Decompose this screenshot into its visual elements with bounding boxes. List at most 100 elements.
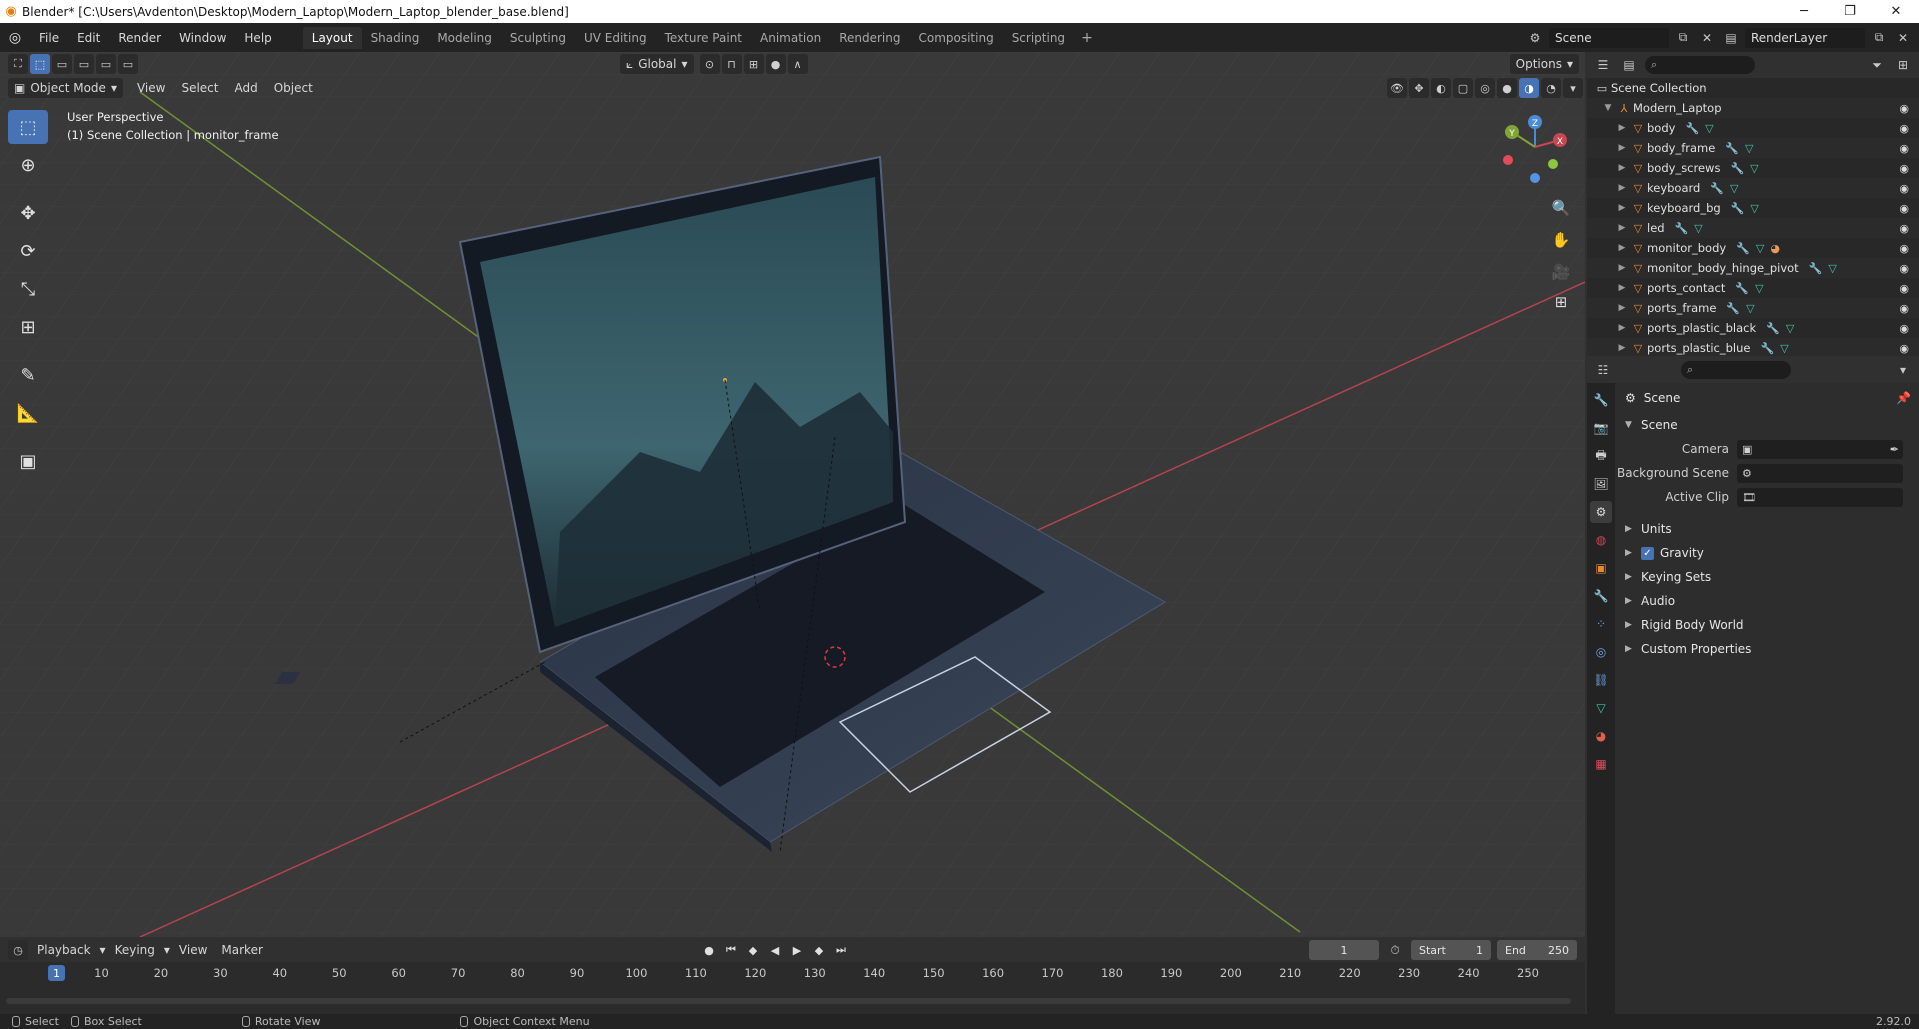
modifier-wrench-icon[interactable]: 🔧 [1766,322,1780,335]
tab-uv-editing[interactable]: UV Editing [575,27,656,49]
tool-tab-icon[interactable]: 🔧 [1590,389,1612,411]
play-reverse-icon[interactable]: ◀ [766,940,784,960]
eye-icon[interactable]: ◉ [1899,162,1909,175]
timeline-scrollbar[interactable] [6,998,1571,1004]
outliner-object-row[interactable]: ▶ ▽ ports_frame 🔧 ▽ ◉ [1587,298,1919,318]
falloff-icon[interactable]: ∧ [787,54,808,74]
current-frame-field[interactable]: 1 [1309,940,1379,960]
move-tool-icon[interactable]: ✥ [8,196,48,230]
record-icon[interactable]: ● [700,940,718,960]
chevron-right-icon[interactable]: ▶ [1615,263,1629,273]
timeline-menu-view[interactable]: View [172,943,214,957]
camera-field[interactable]: ▣ ✒ [1737,439,1903,459]
timeline-ruler[interactable]: 1 10 20 30 40 50 60 70 80 90 100 110 120 130 140 150 16… [0,962,1585,984]
mesh-data-icon[interactable]: ▽ [1705,122,1713,135]
menu-window[interactable]: Window [170,31,235,45]
scene-tab-icon[interactable]: ⚙ [1590,501,1612,523]
chevron-right-icon[interactable]: ▶ [1615,163,1629,173]
outliner-collection-modern-laptop[interactable]: ▼ ⅄ Modern_Laptop ◉ [1587,98,1919,118]
outliner-object-row[interactable]: ▶ ▽ keyboard_bg 🔧 ▽ ◉ [1587,198,1919,218]
delete-view-layer-icon[interactable]: ✕ [1893,28,1913,48]
modifier-wrench-icon[interactable]: 🔧 [1735,282,1749,295]
outliner-object-row[interactable]: ▶ ▽ monitor_body 🔧 ▽ ◕ ◉ [1587,238,1919,258]
modifier-wrench-icon[interactable]: 🔧 [1725,142,1739,155]
outliner-scene-collection[interactable]: ▭ Scene Collection [1587,78,1919,98]
mesh-data-icon[interactable]: ▽ [1730,182,1738,195]
eye-icon[interactable]: ◉ [1899,282,1909,295]
mesh-data-icon[interactable]: ▽ [1745,142,1753,155]
3d-viewport[interactable]: Z Y X ⛶ ⬚ ▭ ▭ ▭ ▭ ⟀ Global ▾ ⊙ ⊓ ⊞ ● ∧ O… [0,52,1585,937]
outliner-object-row[interactable]: ▶ ▽ monitor_body_hinge_pivot 🔧 ▽ ◉ [1587,258,1919,278]
material-tab-icon[interactable]: ◕ [1590,725,1612,747]
menu-help[interactable]: Help [235,31,280,45]
outliner-search-input[interactable]: ⌕ [1645,56,1755,74]
modifier-wrench-icon[interactable]: 🔧 [1710,182,1724,195]
panel-rigid-body-world[interactable]: ▶ Rigid Body World [1617,613,1919,637]
eye-icon[interactable]: ◉ [1899,142,1909,155]
xray-toggle-icon[interactable]: ▢ [1453,78,1473,98]
mode-extend-icon[interactable]: ▭ [74,54,94,74]
outliner-editor-icon[interactable]: ☰ [1593,55,1613,75]
texture-tab-icon[interactable]: ▦ [1590,753,1612,775]
properties-editor-icon[interactable]: ☷ [1593,360,1613,380]
outliner-object-row[interactable]: ▶ ▽ ports_plastic_black 🔧 ▽ ◉ [1587,318,1919,338]
particles-tab-icon[interactable]: ⁘ [1590,613,1612,635]
zoom-icon[interactable]: 🔍 [1547,194,1575,222]
eye-icon[interactable]: ◉ [1899,122,1909,135]
menu-file[interactable]: File [30,31,68,45]
panel-audio[interactable]: ▶ Audio [1617,589,1919,613]
chevron-down-icon[interactable]: ▼ [1601,103,1615,113]
chevron-right-icon[interactable]: ▶ [1615,303,1629,313]
gizmo-toggle-icon[interactable]: ✥ [1409,78,1429,98]
preview-range-icon[interactable]: ⏱ [1385,940,1405,960]
tab-shading[interactable]: Shading [362,27,429,49]
outliner-object-row[interactable]: ▶ ▽ led 🔧 ▽ ◉ [1587,218,1919,238]
camera-view-icon[interactable]: 🎥 [1547,258,1575,286]
chevron-right-icon[interactable]: ▶ [1615,243,1629,253]
timeline-menu-marker[interactable]: Marker [214,943,269,957]
mode-invert-icon[interactable]: ▭ [118,54,138,74]
select-tool-icon[interactable]: ⬚ [30,54,50,74]
ortho-toggle-icon[interactable]: ⊞ [1547,288,1575,316]
mode-dropdown[interactable]: ▣ Object Mode ▾ [8,78,123,98]
tab-animation[interactable]: Animation [751,27,830,49]
chevron-right-icon[interactable]: ▶ [1615,283,1629,293]
next-keyframe-icon[interactable]: ◆ [810,940,828,960]
constraints-tab-icon[interactable]: ⛓ [1590,669,1612,691]
eye-icon[interactable]: ◉ [1899,202,1909,215]
mesh-data-icon[interactable]: ▽ [1694,222,1702,235]
outliner-object-row[interactable]: ▶ ▽ keyboard 🔧 ▽ ◉ [1587,178,1919,198]
view-layer-tab-icon[interactable]: 🖼 [1590,473,1612,495]
shading-options-icon[interactable]: ▾ [1563,78,1583,98]
outliner-object-row[interactable]: ▶ ▽ ports_plastic_blue 🔧 ▽ ◉ [1587,338,1919,356]
tab-texture-paint[interactable]: Texture Paint [656,27,751,49]
eye-icon[interactable]: ◉ [1899,182,1909,195]
pin-icon[interactable]: 📌 [1896,391,1911,405]
outliner-object-row[interactable]: ▶ ▽ body 🔧 ▽ ◉ [1587,118,1919,138]
modifier-wrench-icon[interactable]: 🔧 [1675,222,1689,235]
menu-edit[interactable]: Edit [68,31,109,45]
options-dropdown[interactable]: Options ▾ [1509,54,1579,74]
chevron-right-icon[interactable]: ▶ [1615,343,1629,353]
cursor-tool-icon[interactable]: ⊕ [8,148,48,182]
viewport-menu-select[interactable]: Select [173,81,226,95]
mesh-data-icon[interactable]: ▽ [1750,162,1758,175]
world-tab-icon[interactable]: ◍ [1590,529,1612,551]
mode-new-icon[interactable]: ▭ [52,54,72,74]
outliner-object-row[interactable]: ▶ ▽ ports_contact 🔧 ▽ ◉ [1587,278,1919,298]
eyedropper-icon[interactable]: ✒ [1890,443,1899,456]
render-tab-icon[interactable]: 📷 [1590,417,1612,439]
shading-wireframe-icon[interactable]: ◎ [1475,78,1495,98]
timeline-menu-keying[interactable]: Keying [108,943,162,957]
tab-scripting[interactable]: Scripting [1003,27,1074,49]
tab-rendering[interactable]: Rendering [830,27,909,49]
rotate-tool-icon[interactable]: ⟳ [8,234,48,268]
snap-icon[interactable]: ⊓ [721,54,742,74]
chevron-right-icon[interactable]: ▶ [1615,323,1629,333]
viewport-menu-object[interactable]: Object [266,81,321,95]
menu-render[interactable]: Render [109,31,170,45]
eye-icon[interactable]: ◉ [1899,322,1909,335]
eye-icon[interactable]: ◉ [1899,302,1909,315]
modifier-wrench-icon[interactable]: 🔧 [1731,202,1745,215]
measure-tool-icon[interactable]: 📐 [8,396,48,430]
